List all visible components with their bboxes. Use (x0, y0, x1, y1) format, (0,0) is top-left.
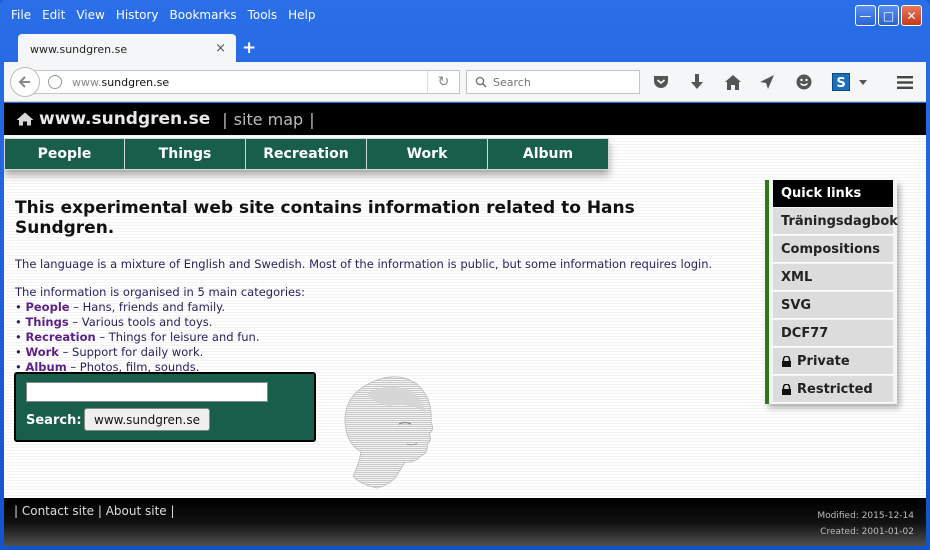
list-item: • Things – Various tools and toys. (15, 315, 213, 329)
header-separator-end: | (309, 109, 315, 129)
menu-bookmarks[interactable]: Bookmarks (170, 8, 237, 22)
chevron-down-icon[interactable] (856, 71, 870, 93)
site-search-button[interactable]: www.sundgren.se (84, 408, 210, 431)
quick-link-private[interactable]: Private (773, 348, 893, 375)
tab-title: www.sundgren.se (30, 42, 128, 56)
page-headline: This experimental web site contains info… (15, 198, 635, 238)
pocket-icon[interactable] (650, 71, 672, 93)
category-list: The information is organised in 5 main c… (15, 285, 735, 375)
main-content: This experimental web site contains info… (15, 198, 735, 375)
hamburger-menu-icon[interactable] (894, 71, 916, 93)
quick-links-panel: Quick links Träningsdagbok Compositions … (765, 180, 898, 404)
minimize-button[interactable]: — (855, 5, 876, 26)
list-item: • Work – Support for daily work. (15, 345, 204, 359)
new-tab-button[interactable]: + (242, 38, 256, 58)
web-page: www.sundgren.se | site map | People Thin… (4, 103, 926, 546)
tab-close-icon[interactable]: × (215, 41, 226, 56)
menu-edit[interactable]: Edit (42, 8, 65, 22)
home-icon[interactable] (722, 71, 744, 93)
tab-sundgren[interactable]: www.sundgren.se × (18, 34, 236, 64)
quick-link-xml[interactable]: XML (773, 264, 893, 291)
footer-meta: Modified: 2015-12-14 Created: 2001-01-02 (817, 508, 914, 540)
footer-links[interactable]: | Contact site | About site | (14, 504, 175, 518)
reload-icon[interactable]: ↻ (427, 71, 459, 93)
lock-icon (782, 383, 791, 395)
menu-tools[interactable]: Tools (248, 8, 278, 22)
list-item: • Recreation – Things for leisure and fu… (15, 330, 260, 344)
portrait-image (344, 376, 433, 489)
site-map-link[interactable]: site map (234, 110, 304, 129)
close-window-button[interactable]: ✕ (901, 5, 922, 26)
quick-link-private-label: Private (797, 353, 850, 369)
list-item: • People – Hans, friends and family. (15, 300, 225, 314)
quick-link-restricted[interactable]: Restricted (773, 376, 893, 403)
nav-tab-recreation[interactable]: Recreation (246, 138, 367, 170)
search-bar[interactable] (466, 70, 640, 94)
maximize-button[interactable]: □ (878, 5, 899, 26)
quick-link-dcf77[interactable]: DCF77 (773, 320, 893, 347)
menu-help[interactable]: Help (288, 8, 315, 22)
download-icon[interactable] (686, 71, 708, 93)
navigation-toolbar: www.sundgren.se ↻ S (4, 62, 926, 102)
quick-links-title: Quick links (773, 180, 893, 207)
menu-bar: File Edit View History Bookmarks Tools H… (4, 0, 926, 30)
magnifier-icon (475, 76, 487, 88)
menu-file[interactable]: File (11, 8, 31, 22)
site-home-icon[interactable] (16, 112, 34, 126)
site-nav-tabs: People Things Recreation Work Album (4, 138, 609, 170)
intro-paragraph: The language is a mixture of English and… (15, 257, 713, 271)
modified-date: Modified: 2015-12-14 (817, 511, 914, 521)
browser-search-input[interactable] (493, 75, 633, 89)
site-title-link[interactable]: www.sundgren.se (39, 109, 210, 129)
window-controls: — □ ✕ (855, 5, 922, 26)
quick-link-svg[interactable]: SVG (773, 292, 893, 319)
category-link-work[interactable]: Work (25, 345, 59, 359)
nav-tab-people[interactable]: People (4, 138, 125, 170)
category-intro: The information is organised in 5 main c… (15, 285, 305, 299)
category-link-things[interactable]: Things (25, 315, 68, 329)
svg-text:S: S (836, 76, 845, 91)
extension-s-icon[interactable]: S (830, 71, 852, 93)
site-search-input[interactable] (26, 382, 268, 402)
site-search-box: Search: www.sundgren.se (14, 372, 316, 442)
smiley-icon[interactable] (793, 71, 815, 93)
site-footer: | Contact site | About site | Modified: … (4, 498, 926, 546)
lock-icon (782, 355, 791, 367)
send-icon[interactable] (756, 71, 778, 93)
url-bar[interactable]: www.sundgren.se ↻ (34, 70, 460, 94)
nav-tab-album[interactable]: Album (488, 138, 609, 170)
url-text: www.sundgren.se (72, 75, 170, 89)
category-link-recreation[interactable]: Recreation (25, 330, 95, 344)
globe-icon (48, 75, 62, 89)
header-separator: | (222, 109, 228, 129)
quick-link-traningsdagbok[interactable]: Träningsdagbok (773, 208, 898, 235)
menu-history[interactable]: History (116, 8, 159, 22)
tab-strip: www.sundgren.se × + (4, 32, 926, 64)
back-button[interactable] (10, 67, 40, 97)
nav-tab-work[interactable]: Work (367, 138, 488, 170)
browser-window: File Edit View History Bookmarks Tools H… (0, 0, 930, 550)
category-link-people[interactable]: People (25, 300, 69, 314)
menu-view[interactable]: View (76, 8, 104, 22)
search-label: Search: (26, 413, 82, 428)
quick-link-restricted-label: Restricted (797, 381, 873, 397)
created-date: Created: 2001-01-02 (820, 527, 914, 537)
quick-link-compositions[interactable]: Compositions (773, 236, 893, 263)
arrow-left-icon (18, 76, 30, 88)
nav-tab-things[interactable]: Things (125, 138, 246, 170)
site-header: www.sundgren.se | site map | (4, 103, 926, 135)
